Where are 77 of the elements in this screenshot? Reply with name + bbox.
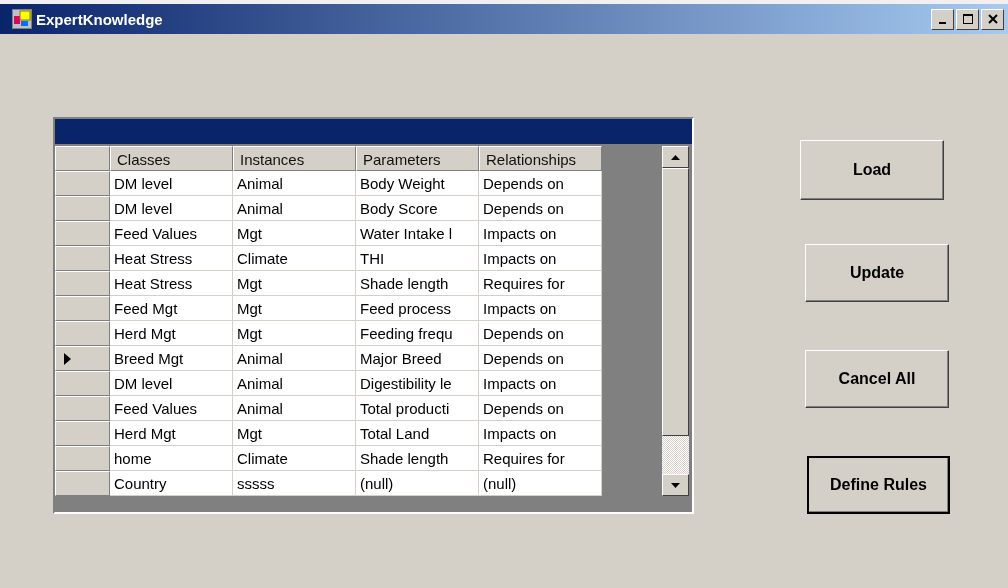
table-cell: Impacts on — [479, 371, 602, 396]
row-header — [55, 146, 110, 171]
table-cell: Breed Mgt — [110, 346, 233, 371]
row-header[interactable] — [55, 346, 110, 371]
table-cell: Animal — [233, 171, 356, 196]
scroll-down-button[interactable] — [662, 474, 689, 496]
table-cell: Shade length — [356, 271, 479, 296]
close-icon — [987, 14, 998, 24]
table-cell: Requires for — [479, 446, 602, 471]
action-button[interactable]: Define Rules — [807, 456, 950, 514]
table-cell: Impacts on — [479, 221, 602, 246]
column-header[interactable]: Classes — [110, 146, 233, 171]
table-cell: Body Score — [356, 196, 479, 221]
minimize-button[interactable] — [931, 8, 954, 30]
scroll-thumb[interactable] — [662, 168, 689, 436]
column-header[interactable]: Parameters — [356, 146, 479, 171]
scroll-up-button[interactable] — [662, 146, 689, 168]
action-button[interactable]: Load — [800, 140, 944, 200]
table-cell: Digestibility le — [356, 371, 479, 396]
table-cell: DM level — [110, 171, 233, 196]
column-header[interactable]: Relationships — [479, 146, 602, 171]
table-cell: Water Intake l — [356, 221, 479, 246]
minimize-icon — [939, 22, 946, 24]
table-cell: Impacts on — [479, 421, 602, 446]
table-cell: Depends on — [479, 321, 602, 346]
table-cell: Climate — [233, 246, 356, 271]
table-cell: Depends on — [479, 196, 602, 221]
table-cell: DM level — [110, 371, 233, 396]
table-cell: Impacts on — [479, 296, 602, 321]
table-cell: Impacts on — [479, 246, 602, 271]
down-arrow-icon — [671, 482, 680, 488]
scrollbar[interactable] — [662, 146, 689, 496]
table-cell: Animal — [233, 396, 356, 421]
table-cell: Feed Values — [110, 221, 233, 246]
table-cell: Feeding frequ — [356, 321, 479, 346]
table-cell: Heat Stress — [110, 246, 233, 271]
table-cell: Mgt — [233, 421, 356, 446]
table-cell: (null) — [356, 471, 479, 496]
table-cell: Mgt — [233, 321, 356, 346]
table-cell: Feed process — [356, 296, 479, 321]
table-cell: Mgt — [233, 271, 356, 296]
current-row-icon — [64, 352, 71, 365]
table-cell: Herd Mgt — [110, 321, 233, 346]
action-button[interactable]: Cancel All — [805, 350, 949, 408]
table-cell: Total producti — [356, 396, 479, 421]
table-cell: Depends on — [479, 346, 602, 371]
table-cell: Body Weight — [356, 171, 479, 196]
column-header[interactable]: Instances — [233, 146, 356, 171]
window-title: ExpertKnowledge — [36, 10, 163, 28]
table-cell: Herd Mgt — [110, 421, 233, 446]
maximize-button[interactable] — [956, 8, 979, 30]
app-icon — [12, 9, 32, 29]
table-cell: Animal — [233, 196, 356, 221]
table-cell: Shade length — [356, 446, 479, 471]
table-cell: Country — [110, 471, 233, 496]
table-cell: (null) — [479, 471, 602, 496]
table-cell: Requires for — [479, 271, 602, 296]
table-cell: Depends on — [479, 171, 602, 196]
maximize-icon — [962, 14, 973, 24]
table-cell: Feed Mgt — [110, 296, 233, 321]
table-cell: home — [110, 446, 233, 471]
table-cell: Mgt — [233, 221, 356, 246]
table-cell: Mgt — [233, 296, 356, 321]
close-button[interactable] — [981, 8, 1004, 30]
table-cell: Animal — [233, 371, 356, 396]
table-cell: sssss — [233, 471, 356, 496]
up-arrow-icon — [671, 154, 680, 160]
table-cell: Heat Stress — [110, 271, 233, 296]
action-button[interactable]: Update — [805, 244, 949, 302]
table-cell: DM level — [110, 196, 233, 221]
table-cell: Major Breed — [356, 346, 479, 371]
table-cell: Animal — [233, 346, 356, 371]
table-cell: Depends on — [479, 396, 602, 421]
table-cell: THI — [356, 246, 479, 271]
table-cell: Total Land — [356, 421, 479, 446]
table-cell: Feed Values — [110, 396, 233, 421]
table-cell: Climate — [233, 446, 356, 471]
